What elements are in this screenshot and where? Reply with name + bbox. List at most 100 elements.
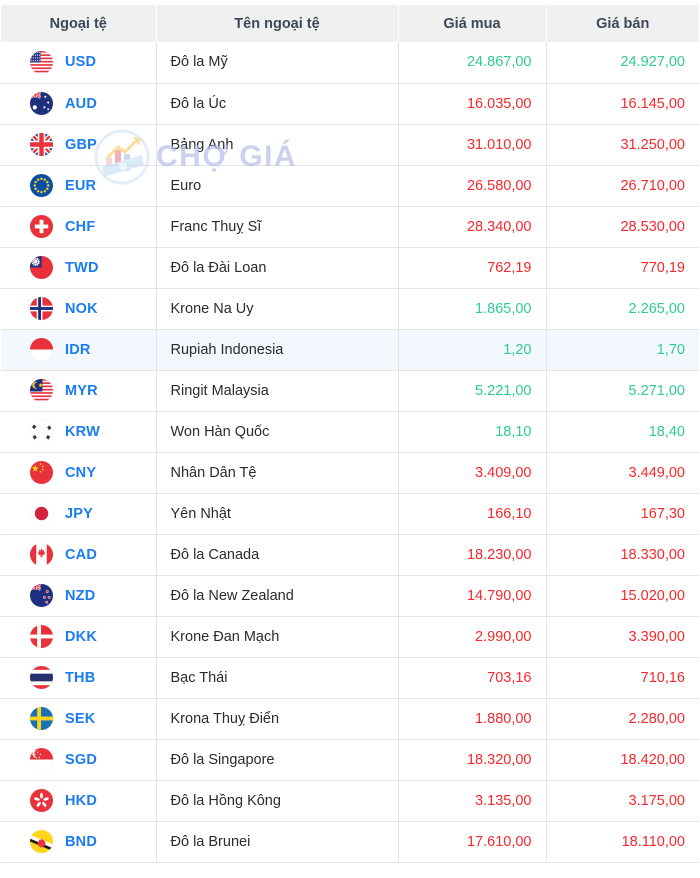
cell-buy-price: 31.010,00 bbox=[398, 124, 547, 166]
table-row[interactable]: CHF Franc Thuỵ Sĩ 28.340,00 28.530,00 bbox=[1, 206, 699, 248]
currency-code-label: SGD bbox=[65, 751, 98, 768]
flag-id-icon bbox=[30, 338, 53, 361]
table-header: Ngoại tệ Tên ngoại tệ Giá mua Giá bán bbox=[1, 5, 699, 42]
cell-buy-price: 26.580,00 bbox=[398, 165, 547, 207]
currency-code-label: AUD bbox=[65, 95, 98, 112]
cell-currency-code: DKK bbox=[1, 616, 157, 658]
cell-currency-code: IDR bbox=[1, 329, 157, 371]
cell-sell-price: 2.265,00 bbox=[546, 288, 699, 330]
cell-buy-price: 1.865,00 bbox=[398, 288, 547, 330]
table-row[interactable]: IDR Rupiah Indonesia 1,20 1,70 bbox=[1, 329, 699, 371]
cell-currency-name: Rupiah Indonesia bbox=[156, 329, 399, 371]
cell-buy-price: 1.880,00 bbox=[398, 698, 547, 740]
currency-code-label: THB bbox=[65, 669, 96, 686]
cell-currency-name: Đô la New Zealand bbox=[156, 575, 399, 617]
table-header-row: Ngoại tệ Tên ngoại tệ Giá mua Giá bán bbox=[1, 5, 699, 42]
flag-tw-icon bbox=[30, 256, 53, 279]
currency-code-label: DKK bbox=[65, 628, 98, 645]
currency-code-label: CAD bbox=[65, 546, 98, 563]
cell-sell-price: 15.020,00 bbox=[546, 575, 699, 617]
currency-code-label: MYR bbox=[65, 382, 98, 399]
currency-code-label: NOK bbox=[65, 300, 98, 317]
table-row[interactable]: THB Bạc Thái 703,16 710,16 bbox=[1, 657, 699, 699]
cell-sell-price: 3.449,00 bbox=[546, 452, 699, 494]
cell-buy-price: 18.230,00 bbox=[398, 534, 547, 576]
cell-currency-code: CHF bbox=[1, 206, 157, 248]
currency-code-label: KRW bbox=[65, 423, 100, 440]
cell-sell-price: 18.420,00 bbox=[546, 739, 699, 781]
cell-sell-price: 18.110,00 bbox=[546, 821, 699, 863]
flag-ch-icon bbox=[30, 215, 53, 238]
currency-code-label: SEK bbox=[65, 710, 96, 727]
currency-code-label: USD bbox=[65, 54, 97, 71]
currency-code-label: GBP bbox=[65, 136, 98, 153]
cell-buy-price: 16.035,00 bbox=[398, 83, 547, 125]
table-row[interactable]: TWD Đô la Đài Loan 762,19 770,19 bbox=[1, 247, 699, 289]
cell-sell-price: 18,40 bbox=[546, 411, 699, 453]
currency-code-label: CHF bbox=[65, 218, 96, 235]
cell-currency-code: AUD bbox=[1, 83, 157, 125]
cell-sell-price: 16.145,00 bbox=[546, 83, 699, 125]
cell-currency-name: Krona Thuỵ Điển bbox=[156, 698, 399, 740]
cell-currency-name: Ringit Malaysia bbox=[156, 370, 399, 412]
cell-sell-price: 24.927,00 bbox=[546, 42, 699, 84]
table-row[interactable]: BND Đô la Brunei 17.610,00 18.110,00 bbox=[1, 821, 699, 863]
currency-code-label: EUR bbox=[65, 177, 97, 194]
currency-code-label: BND bbox=[65, 833, 98, 850]
flag-gb-icon bbox=[30, 133, 53, 156]
flag-se-icon bbox=[30, 707, 53, 730]
cell-sell-price: 770,19 bbox=[546, 247, 699, 289]
flag-my-icon bbox=[30, 379, 53, 402]
cell-sell-price: 1,70 bbox=[546, 329, 699, 371]
column-header-sell-price: Giá bán bbox=[545, 5, 699, 42]
cell-currency-code: SEK bbox=[1, 698, 157, 740]
table-row[interactable]: SGD Đô la Singapore 18.320,00 18.420,00 bbox=[1, 739, 699, 781]
table-row[interactable]: NOK Krone Na Uy 1.865,00 2.265,00 bbox=[1, 288, 699, 330]
cell-buy-price: 18,10 bbox=[398, 411, 547, 453]
cell-currency-code: USD bbox=[1, 42, 157, 84]
table-row[interactable]: HKD Đô la Hồng Kông 3.135,00 3.175,00 bbox=[1, 780, 699, 822]
cell-sell-price: 3.390,00 bbox=[546, 616, 699, 658]
flag-kr-icon bbox=[30, 420, 53, 443]
currency-code-label: JPY bbox=[65, 505, 94, 522]
table-row[interactable]: DKK Krone Đan Mạch 2.990,00 3.390,00 bbox=[1, 616, 699, 658]
cell-currency-name: Krone Na Uy bbox=[156, 288, 399, 330]
cell-currency-code: NOK bbox=[1, 288, 157, 330]
table-row[interactable]: JPY Yên Nhật 166,10 167,30 bbox=[1, 493, 699, 535]
cell-currency-name: Nhân Dân Tệ bbox=[156, 452, 399, 494]
table-row[interactable]: CNY Nhân Dân Tệ 3.409,00 3.449,00 bbox=[1, 452, 699, 494]
table-row[interactable]: MYR Ringit Malaysia 5.221,00 5.271,00 bbox=[1, 370, 699, 412]
cell-currency-code: BND bbox=[1, 821, 157, 863]
cell-sell-price: 2.280,00 bbox=[546, 698, 699, 740]
table-row[interactable]: AUD Đô la Úc 16.035,00 16.145,00 bbox=[1, 83, 699, 125]
currency-code-label: NZD bbox=[65, 587, 96, 604]
flag-eu-icon bbox=[30, 174, 53, 197]
cell-currency-code: KRW bbox=[1, 411, 157, 453]
cell-currency-code: JPY bbox=[1, 493, 157, 535]
table-row[interactable]: USD Đô la Mỹ 24.867,00 24.927,00 bbox=[1, 42, 699, 84]
cell-buy-price: 762,19 bbox=[398, 247, 547, 289]
cell-buy-price: 17.610,00 bbox=[398, 821, 547, 863]
cell-currency-name: Đô la Hồng Kông bbox=[156, 780, 399, 822]
table-row[interactable]: NZD Đô la New Zealand 14.790,00 15.020,00 bbox=[1, 575, 699, 617]
cell-currency-code: THB bbox=[1, 657, 157, 699]
table-row[interactable]: SEK Krona Thuỵ Điển 1.880,00 2.280,00 bbox=[1, 698, 699, 740]
cell-sell-price: 167,30 bbox=[546, 493, 699, 535]
currency-code-label: CNY bbox=[65, 464, 97, 481]
flag-sg-icon bbox=[30, 748, 53, 771]
cell-currency-code: GBP bbox=[1, 124, 157, 166]
cell-buy-price: 18.320,00 bbox=[398, 739, 547, 781]
cell-currency-name: Đô la Brunei bbox=[156, 821, 399, 863]
cell-currency-name: Đô la Úc bbox=[156, 83, 399, 125]
cell-currency-name: Đô la Mỹ bbox=[156, 42, 399, 84]
column-header-currency-name: Tên ngoại tệ bbox=[155, 5, 398, 42]
flag-th-icon bbox=[30, 666, 53, 689]
cell-sell-price: 28.530,00 bbox=[546, 206, 699, 248]
cell-currency-name: Đô la Đài Loan bbox=[156, 247, 399, 289]
table-row[interactable]: EUR Euro 26.580,00 26.710,00 bbox=[1, 165, 699, 207]
table-row[interactable]: CAD Đô la Canada 18.230,00 18.330,00 bbox=[1, 534, 699, 576]
table-row[interactable]: KRW Won Hàn Quốc 18,10 18,40 bbox=[1, 411, 699, 453]
table-row[interactable]: GBP Bảng Anh 31.010,00 31.250,00 bbox=[1, 124, 699, 166]
cell-currency-code: CAD bbox=[1, 534, 157, 576]
cell-currency-name: Euro bbox=[156, 165, 399, 207]
